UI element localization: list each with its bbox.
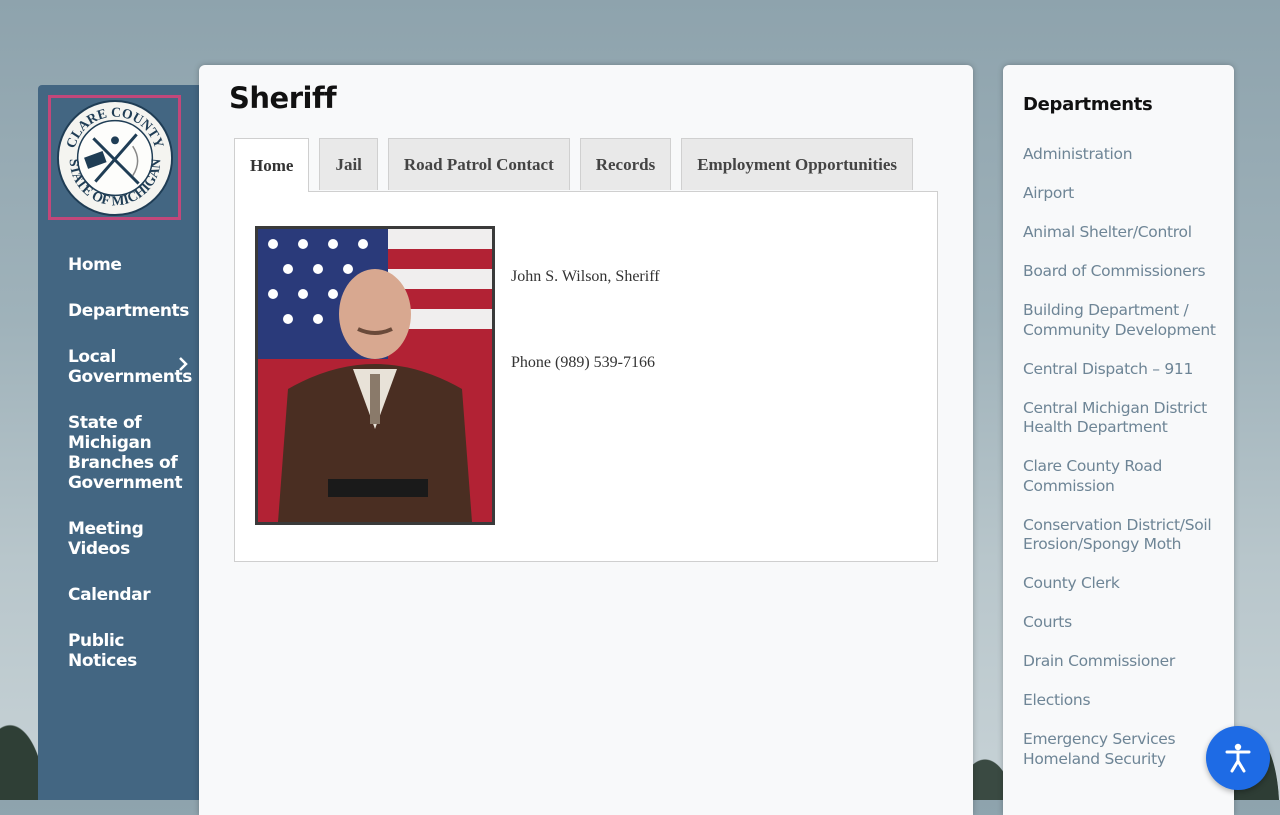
tab-employment-opportunities[interactable]: Employment Opportunities [681,138,913,190]
dept-link-emergency-services[interactable]: Emergency Services Homeland Security [1023,730,1223,769]
nav-meeting-videos[interactable]: Meeting Videos [68,519,193,559]
dept-link-county-clerk[interactable]: County Clerk [1023,574,1223,594]
tab-road-patrol-contact[interactable]: Road Patrol Contact [387,138,570,190]
dept-link-health-department[interactable]: Central Michigan District Health Departm… [1023,399,1223,438]
dept-link-animal-shelter[interactable]: Animal Shelter/Control [1023,223,1223,243]
nav-calendar[interactable]: Calendar [68,585,193,605]
dept-link-road-commission[interactable]: Clare County Road Commission [1023,457,1223,496]
nav-local-governments[interactable]: Local Governments [68,347,192,387]
main-nav: Home Departments Local Governments State… [68,255,193,697]
dept-link-courts[interactable]: Courts [1023,613,1223,633]
tab-panel-home: John S. Wilson, Sheriff Phone (989) 539-… [234,191,938,562]
accessibility-button[interactable] [1206,726,1270,790]
nav-home[interactable]: Home [68,255,193,275]
tab-home[interactable]: Home [234,138,310,192]
nav-local-governments-label: Local Governments [68,347,192,387]
dept-link-board-of-commissioners[interactable]: Board of Commissioners [1023,262,1223,282]
dept-link-airport[interactable]: Airport [1023,184,1223,204]
county-seal-logo[interactable]: CLARE COUNTY STATE OF MICHIGAN [48,95,181,220]
left-sidebar: CLARE COUNTY STATE OF MICHIGAN Home Depa… [38,85,199,800]
departments-list: Administration Airport Animal Shelter/Co… [1023,145,1223,789]
departments-sidebar: Departments Administration Airport Anima… [1003,65,1234,815]
tab-bar: Home Jail Road Patrol Contact Records Em… [234,138,923,192]
departments-title: Departments [1023,94,1153,115]
dept-link-conservation-district[interactable]: Conservation District/Soil Erosion/Spong… [1023,516,1223,555]
main-content: Sheriff Home Jail Road Patrol Contact Re… [199,65,973,815]
dept-link-elections[interactable]: Elections [1023,691,1223,711]
sheriff-photo [255,226,495,525]
tab-records[interactable]: Records [579,138,672,190]
seal-icon: CLARE COUNTY STATE OF MICHIGAN [56,99,173,216]
nav-departments[interactable]: Departments [68,301,193,321]
accessibility-icon [1225,743,1251,773]
page-title: Sheriff [229,81,337,115]
nav-state-of-michigan[interactable]: State of Michigan Branches of Government [68,413,183,493]
dept-link-building-department[interactable]: Building Department / Community Developm… [1023,301,1223,340]
dept-link-central-dispatch[interactable]: Central Dispatch – 911 [1023,360,1223,380]
tab-jail[interactable]: Jail [319,138,378,190]
sheriff-name: John S. Wilson, Sheriff [511,268,660,285]
dept-link-drain-commissioner[interactable]: Drain Commissioner [1023,652,1223,672]
sheriff-phone: Phone (989) 539-7166 [511,354,655,371]
nav-public-notices[interactable]: Public Notices [68,631,193,671]
chevron-right-icon[interactable] [176,357,190,371]
dept-link-administration[interactable]: Administration [1023,145,1223,165]
